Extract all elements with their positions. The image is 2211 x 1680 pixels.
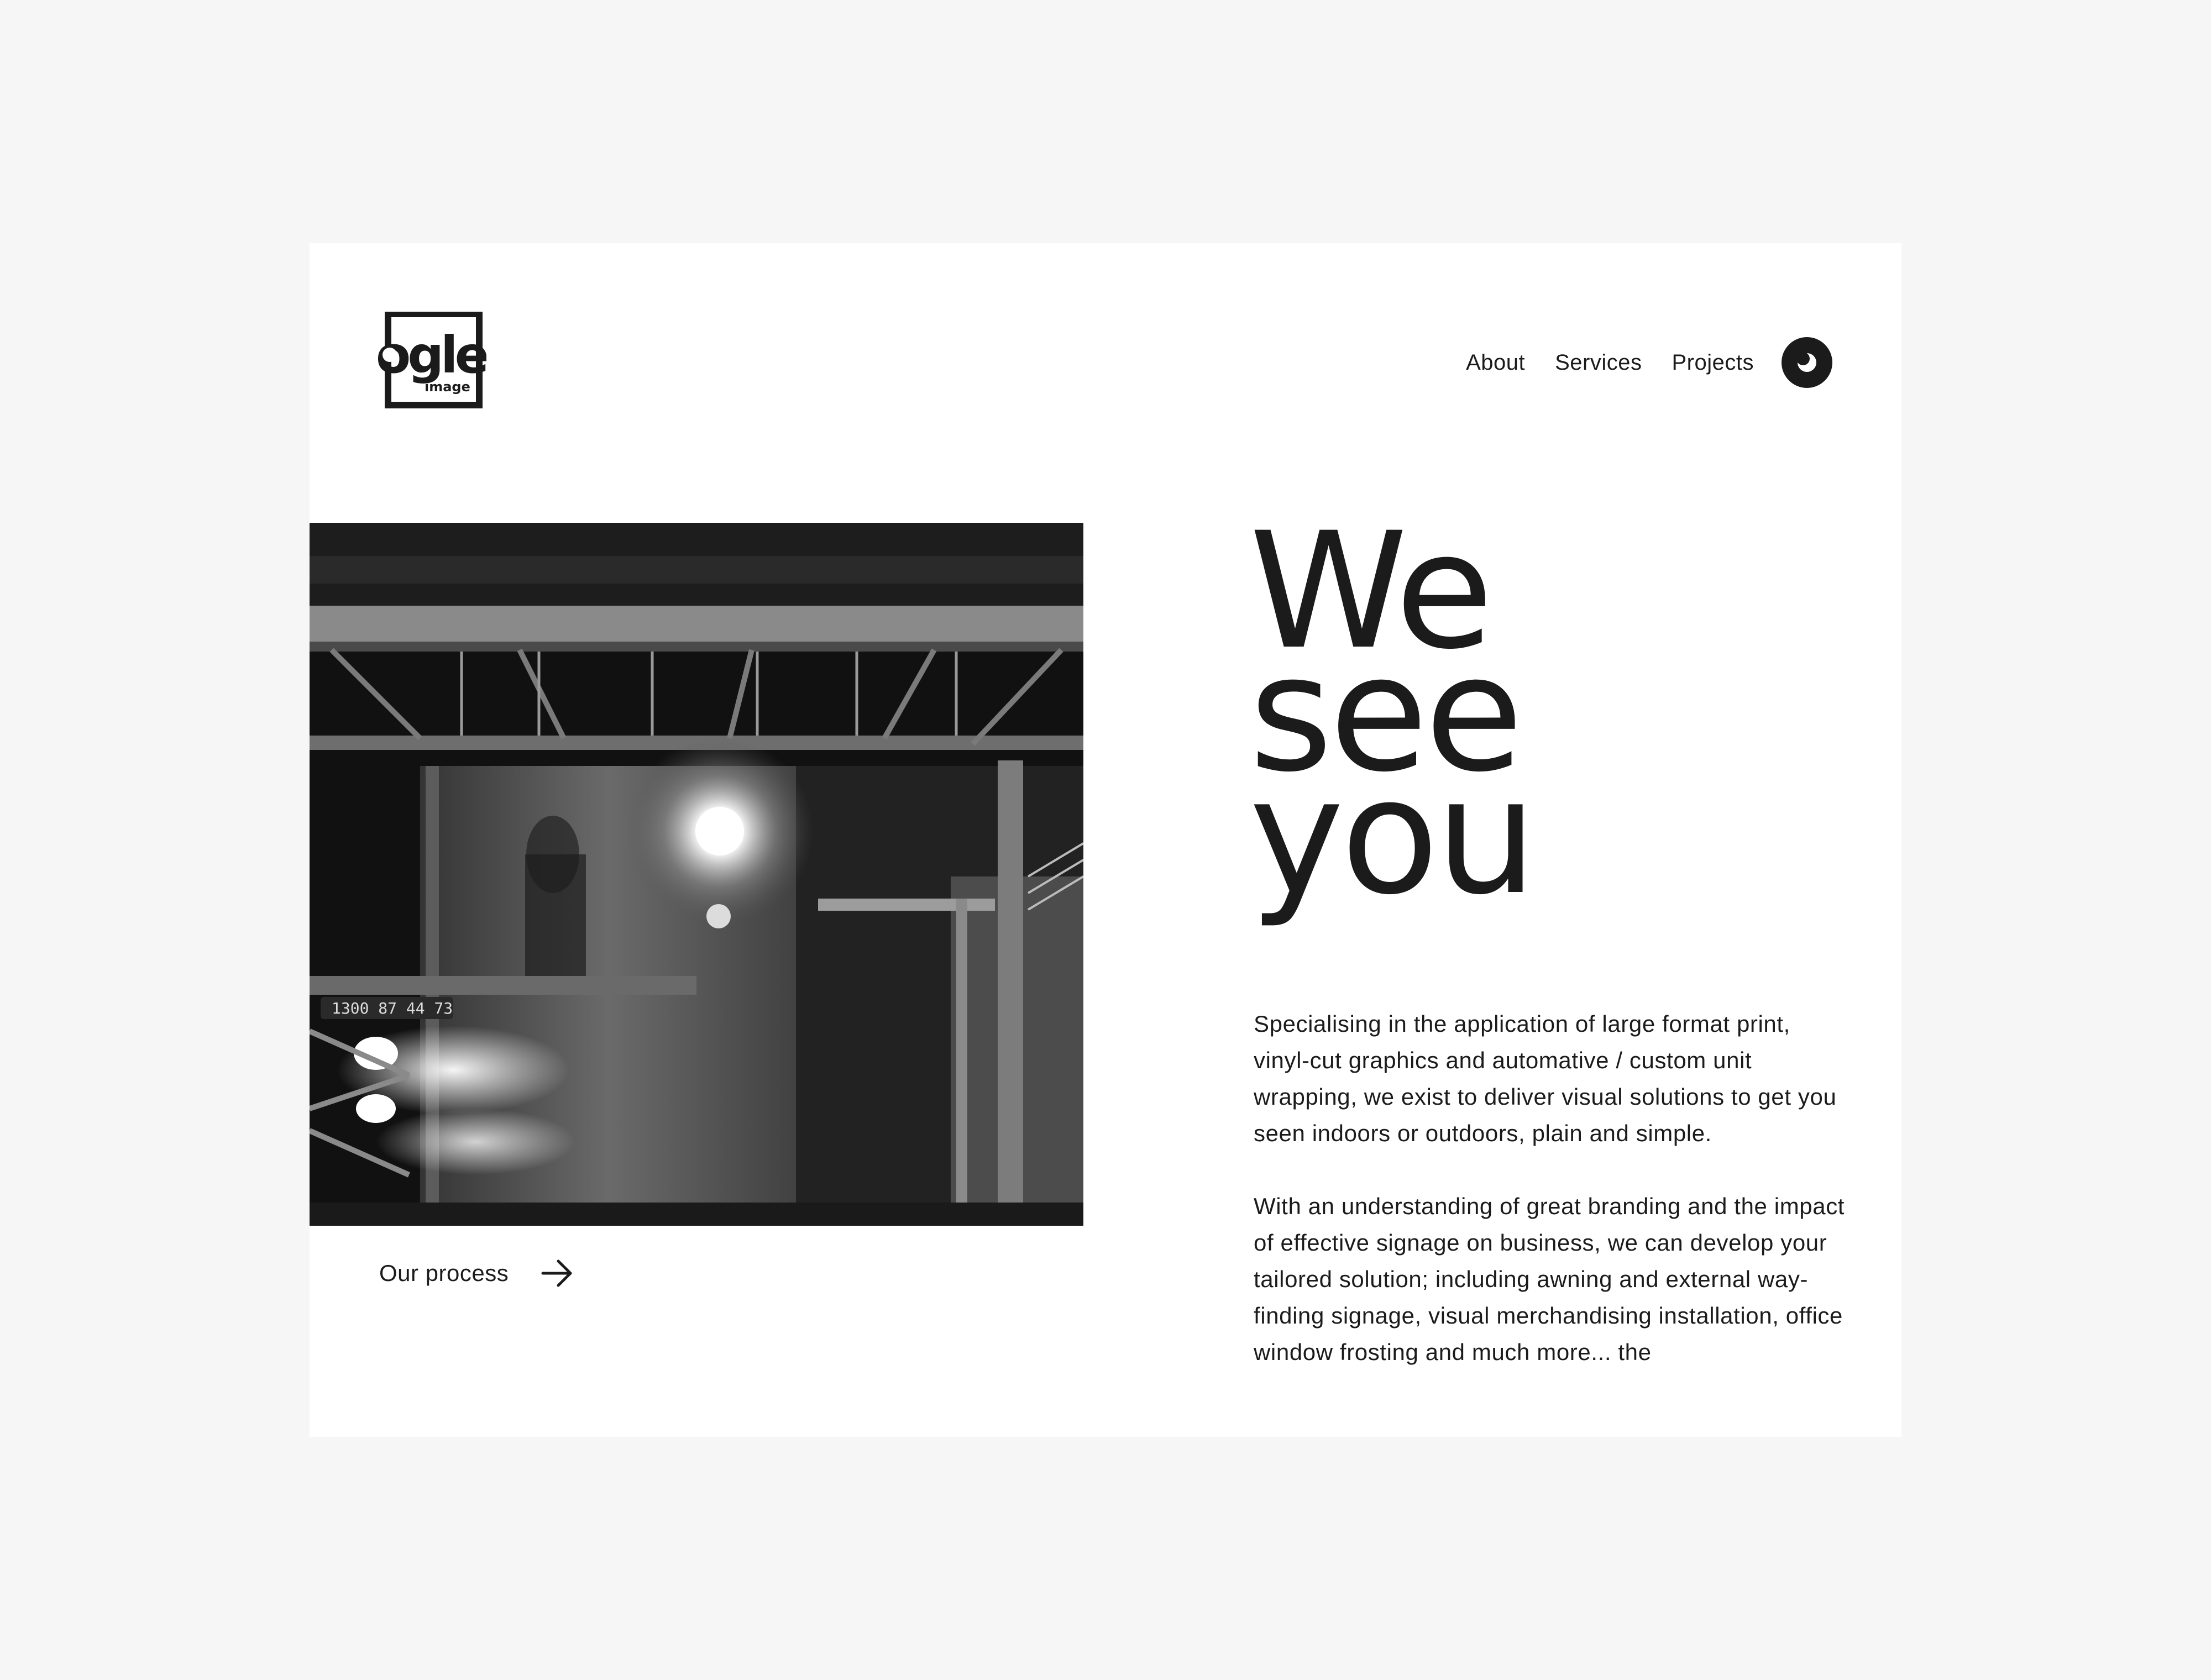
hero-paragraph-1: Specialising in the application of large… xyxy=(1254,1011,1837,1146)
nav-link-about[interactable]: About xyxy=(1466,337,1525,388)
hero-headline: We see you xyxy=(1249,512,1537,930)
hero-photo: 1300 87 44 73 xyxy=(310,523,1083,1226)
page-card: ogle image About Services Projects 1300 … xyxy=(310,243,1901,1437)
eye-icon xyxy=(1796,352,1816,372)
logo-mark: ogle image xyxy=(376,312,486,408)
our-process-link[interactable]: Our process xyxy=(379,1258,574,1289)
warehouse-photo: 1300 87 44 73 xyxy=(310,523,1083,1226)
nav-link-services[interactable]: Services xyxy=(1555,337,1642,388)
arrow-right-icon xyxy=(541,1258,574,1289)
headline-line-3: you xyxy=(1249,744,1537,930)
theme-toggle-button[interactable] xyxy=(1782,337,1832,388)
lift-sign-text: 1300 87 44 73 xyxy=(332,999,453,1017)
brand-logo[interactable]: ogle image xyxy=(376,312,486,411)
hero-copy: Specialising in the application of large… xyxy=(1254,1006,1851,1407)
hero-paragraph-2: With an understanding of great branding … xyxy=(1254,1193,1845,1365)
main-nav: About Services Projects xyxy=(1466,337,1832,388)
svg-text:image: image xyxy=(425,379,470,395)
nav-link-projects[interactable]: Projects xyxy=(1672,337,1754,388)
our-process-label: Our process xyxy=(379,1260,509,1286)
